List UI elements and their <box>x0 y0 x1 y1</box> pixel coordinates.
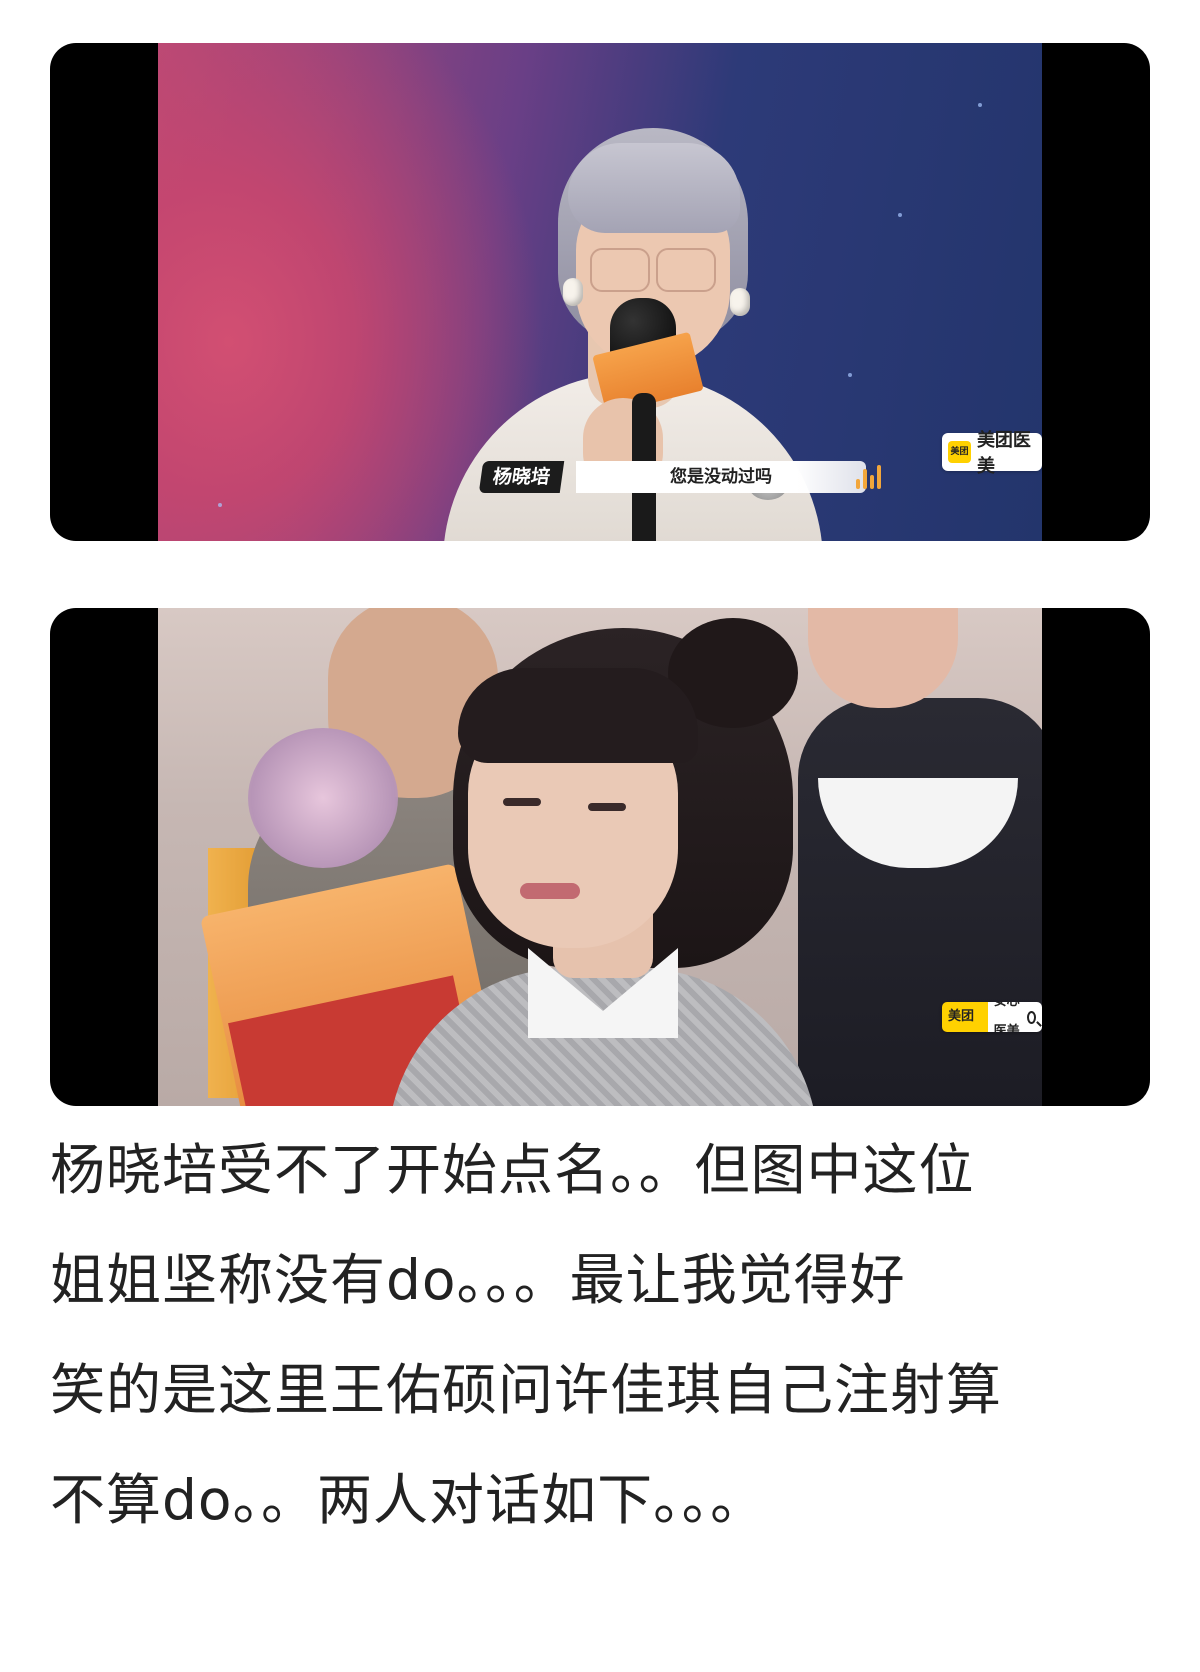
sequin-outfit <box>248 728 398 868</box>
post-line: 姐姐坚称没有do。。。最让我觉得好 <box>50 1248 906 1312</box>
stage-light-speck <box>848 373 852 377</box>
app-slogan: 安心医美 <box>993 1002 1020 1032</box>
presenter-bangs <box>568 143 740 233</box>
brand-logo-icon: 美团 <box>948 441 971 463</box>
post-body-text: 杨晓培受不了开始点名。。但图中这位 姐姐坚称没有do。。。最让我觉得好 笑的是这… <box>50 1115 1160 1555</box>
video-scene-presenter: 杨晓培 您是没动过吗 美团 美团医美 <box>158 43 1042 541</box>
app-watermark: 美团App 安心医美 <box>942 1002 1042 1032</box>
stage-light-speck <box>898 213 902 217</box>
search-icon <box>1026 1010 1036 1024</box>
video-scene-audience: 美团App 安心医美 <box>158 608 1042 1106</box>
subtitle-caption: 您是没动过吗 <box>576 461 866 493</box>
speaker-name-tag: 杨晓培 <box>478 461 565 493</box>
video-frame-1[interactable]: 杨晓培 您是没动过吗 美团 美团医美 <box>50 43 1150 541</box>
glasses <box>590 248 716 292</box>
stage-light-speck <box>218 503 222 507</box>
background-person-right-face <box>808 608 958 708</box>
audio-wave-icon <box>854 463 884 493</box>
brand-text: 美团医美 <box>976 430 1031 477</box>
guest-eye-left <box>503 798 541 806</box>
post-line: 笑的是这里王佑硕问许佳琪自己注射算 <box>50 1358 1003 1422</box>
app-slogan-box: 安心医美 <box>987 1002 1042 1032</box>
background-person-right-body <box>798 698 1042 1106</box>
guest-eye-right <box>588 803 626 811</box>
guest-lips <box>520 883 580 899</box>
post-line: 杨晓培受不了开始点名。。但图中这位 <box>50 1138 975 1202</box>
earring-left <box>563 278 583 306</box>
app-name: 美团App <box>942 1002 988 1032</box>
guest-bangs <box>458 668 698 763</box>
post-line: 不算do。。两人对话如下。。。 <box>50 1468 767 1532</box>
brand-watermark: 美团 美团医美 <box>942 430 1042 477</box>
video-frame-2[interactable]: 美团App 安心医美 <box>50 608 1150 1106</box>
stage-light-speck <box>978 103 982 107</box>
earring-right <box>730 288 750 316</box>
